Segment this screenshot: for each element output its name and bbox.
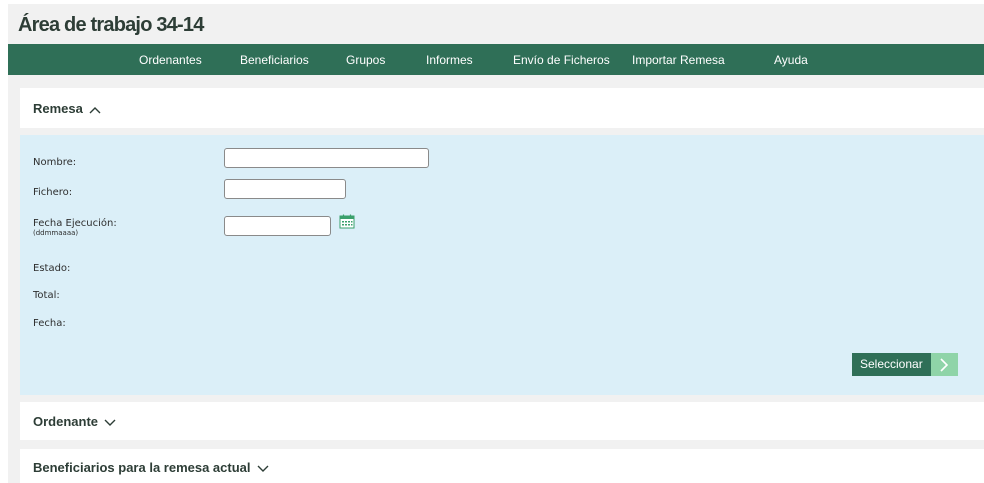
ordenante-section-title[interactable]: Ordenante bbox=[33, 414, 116, 429]
nav-item-ordenantes[interactable]: Ordenantes bbox=[139, 53, 202, 67]
fecha-ejecucion-label: Fecha Ejecución: bbox=[33, 218, 117, 229]
nav-item-importar-remesa[interactable]: Importar Remesa bbox=[632, 53, 725, 67]
page-title: Área de trabajo 34-14 bbox=[18, 14, 204, 36]
chevron-right-icon[interactable] bbox=[930, 353, 958, 376]
nav-item-informes[interactable]: Informes bbox=[426, 53, 473, 67]
beneficiarios-title-label: Beneficiarios para la remesa actual bbox=[33, 460, 251, 475]
seleccionar-button[interactable]: Seleccionar bbox=[852, 353, 958, 376]
fichero-input[interactable] bbox=[224, 179, 346, 199]
nombre-label: Nombre: bbox=[33, 157, 77, 168]
beneficiarios-section-header[interactable]: Beneficiarios para la remesa actual bbox=[20, 449, 984, 483]
nav-item-grupos[interactable]: Grupos bbox=[346, 53, 385, 67]
fecha-label: Fecha: bbox=[33, 318, 66, 329]
chevron-down-icon bbox=[104, 419, 116, 426]
seleccionar-button-label[interactable]: Seleccionar bbox=[852, 353, 931, 376]
total-label: Total: bbox=[33, 290, 60, 301]
beneficiarios-section-title[interactable]: Beneficiarios para la remesa actual bbox=[33, 460, 269, 475]
ordenante-section-header[interactable]: Ordenante bbox=[20, 402, 984, 440]
estado-label: Estado: bbox=[33, 263, 71, 274]
chevron-up-icon bbox=[89, 106, 101, 114]
fichero-label: Fichero: bbox=[33, 187, 73, 198]
remesa-title-label: Remesa bbox=[33, 101, 83, 116]
fecha-ejecucion-input[interactable] bbox=[224, 216, 331, 236]
title-bar: Área de trabajo 34-14 bbox=[8, 4, 984, 44]
ordenante-title-label: Ordenante bbox=[33, 414, 99, 429]
remesa-section-header[interactable]: Remesa bbox=[20, 88, 984, 128]
main-navbar: Ordenantes Beneficiarios Grupos Informes… bbox=[8, 44, 984, 75]
nombre-input[interactable] bbox=[224, 148, 429, 168]
remesa-form-panel: Nombre: Fichero: Fecha Ejecución: (ddmma… bbox=[20, 135, 984, 395]
chevron-down-icon bbox=[257, 465, 269, 472]
remesa-section-title[interactable]: Remesa bbox=[33, 101, 101, 116]
nav-item-ayuda[interactable]: Ayuda bbox=[774, 53, 808, 67]
nav-item-beneficiarios[interactable]: Beneficiarios bbox=[240, 53, 309, 67]
page: Área de trabajo 34-14 Ordenantes Benefic… bbox=[8, 4, 984, 483]
nav-item-envio-ficheros[interactable]: Envío de Ficheros bbox=[513, 53, 610, 67]
fecha-ejecucion-hint: (ddmmaaaa) bbox=[33, 229, 79, 237]
calendar-icon[interactable] bbox=[339, 214, 355, 229]
